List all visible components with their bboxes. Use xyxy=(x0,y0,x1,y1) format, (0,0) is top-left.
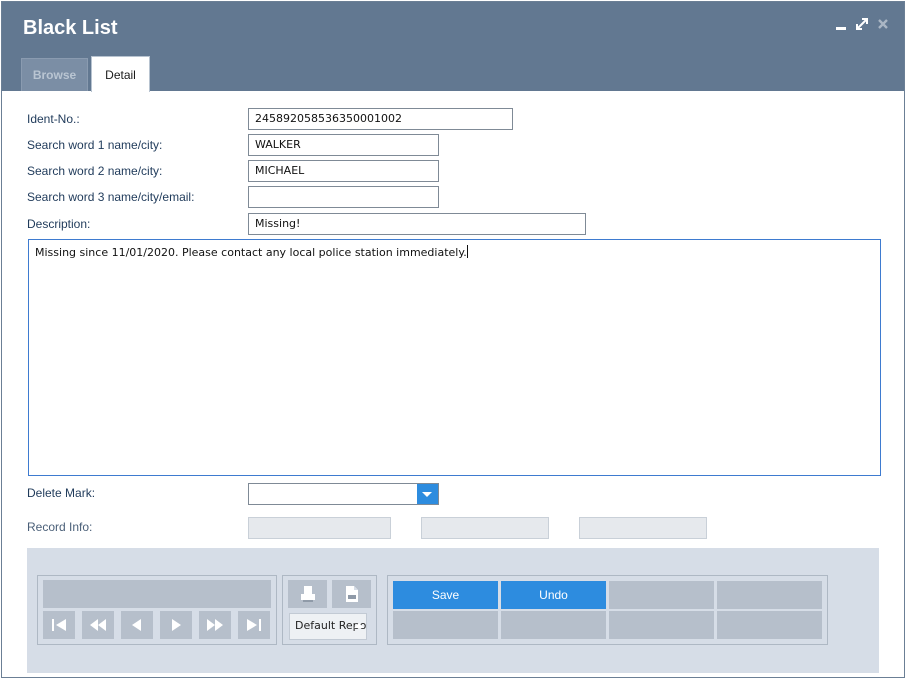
search-word-1-field[interactable]: WALKER xyxy=(248,134,439,156)
description-field[interactable]: Missing! xyxy=(248,213,586,235)
rewind-button[interactable] xyxy=(82,611,114,639)
action-button-3 xyxy=(609,581,714,609)
ident-no-label: Ident-No.: xyxy=(27,112,80,126)
pdf-export-button[interactable] xyxy=(332,580,371,608)
close-icon[interactable] xyxy=(877,18,891,32)
fast-forward-icon xyxy=(207,619,223,631)
ident-no-field[interactable]: 245892058536350001002 xyxy=(248,108,513,130)
pdf-export-icon xyxy=(346,586,358,602)
undo-button[interactable]: Undo xyxy=(501,581,606,609)
search-word-2-label: Search word 2 name/city: xyxy=(27,164,163,178)
minimize-icon[interactable] xyxy=(834,18,848,32)
next-icon xyxy=(172,619,181,631)
action-group: Save Undo xyxy=(387,575,828,645)
search-word-2-field[interactable]: MICHAEL xyxy=(248,160,439,182)
record-info-field-1 xyxy=(248,517,391,539)
delete-mark-select[interactable] xyxy=(248,483,439,505)
black-list-window: Black List Browse Detail Ident-No.: 2458… xyxy=(1,1,905,678)
first-record-icon xyxy=(52,619,66,631)
record-position-bar xyxy=(43,580,271,608)
title-bar: Black List Browse Detail xyxy=(2,2,904,92)
record-info-field-3 xyxy=(579,517,707,539)
tab-detail[interactable]: Detail xyxy=(91,56,150,92)
fast-forward-button[interactable] xyxy=(199,611,231,639)
action-button-6 xyxy=(501,611,606,639)
search-word-3-label: Search word 3 name/city/email: xyxy=(27,190,195,204)
previous-button[interactable] xyxy=(121,611,153,639)
action-button-7 xyxy=(609,611,714,639)
description-label: Description: xyxy=(27,217,91,231)
text-caret xyxy=(466,245,468,258)
report-select-arrow-icon[interactable] xyxy=(354,623,364,628)
action-button-5 xyxy=(393,611,498,639)
tab-browse[interactable]: Browse xyxy=(21,58,88,91)
action-button-4 xyxy=(717,581,822,609)
dropdown-arrow-icon[interactable] xyxy=(417,484,438,504)
toolbar-panel: Default Report Save Undo xyxy=(27,548,879,673)
last-record-icon xyxy=(247,619,261,631)
notes-text: Missing since 11/01/2020. Please contact… xyxy=(35,246,467,259)
next-button[interactable] xyxy=(160,611,192,639)
record-info-label: Record Info: xyxy=(27,520,93,534)
report-group: Default Report xyxy=(282,575,377,645)
maximize-icon[interactable] xyxy=(856,18,870,32)
search-word-1-label: Search word 1 name/city: xyxy=(27,138,163,152)
print-button[interactable] xyxy=(288,580,327,608)
first-record-button[interactable] xyxy=(43,611,75,639)
print-icon xyxy=(301,586,315,602)
rewind-icon xyxy=(90,619,106,631)
window-title: Black List xyxy=(23,17,118,39)
record-info-field-2 xyxy=(421,517,549,539)
delete-mark-label: Delete Mark: xyxy=(27,486,96,500)
action-button-8 xyxy=(717,611,822,639)
search-word-3-field[interactable] xyxy=(248,186,439,208)
navigation-group xyxy=(37,575,277,645)
notes-textarea[interactable]: Missing since 11/01/2020. Please contact… xyxy=(28,239,881,476)
save-button[interactable]: Save xyxy=(393,581,498,609)
previous-icon xyxy=(132,619,141,631)
last-record-button[interactable] xyxy=(238,611,270,639)
